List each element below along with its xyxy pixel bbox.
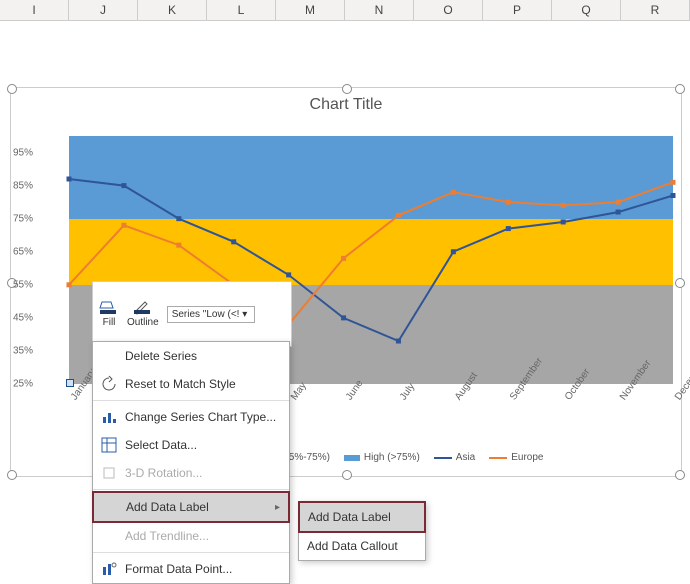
ytick: 45% [13, 312, 33, 323]
submenu-add-data-callout[interactable]: Add Data Callout [299, 532, 425, 560]
context-menu: Delete Series Reset to Match Style Chang… [92, 341, 290, 584]
resize-handle[interactable] [675, 470, 685, 480]
menu-add-trendline: Add Trendline... [93, 522, 289, 550]
resize-handle[interactable] [342, 84, 352, 94]
col-N[interactable]: N [345, 0, 414, 20]
outline-button[interactable]: Outline [127, 300, 159, 328]
legend-asia: Asia [434, 452, 475, 463]
add-data-label-submenu: Add Data Label Add Data Callout [298, 501, 426, 561]
col-M[interactable]: M [276, 0, 345, 20]
ytick: 25% [13, 379, 33, 390]
resize-handle[interactable] [7, 470, 17, 480]
resize-handle[interactable] [675, 278, 685, 288]
paint-bucket-icon [99, 300, 119, 316]
resize-handle[interactable] [675, 84, 685, 94]
xtick: December [673, 358, 690, 402]
col-O[interactable]: O [414, 0, 483, 20]
chart-title[interactable]: Chart Title [11, 96, 681, 114]
col-K[interactable]: K [138, 0, 207, 20]
legend-europe: Europe [489, 452, 543, 463]
col-J[interactable]: J [69, 0, 138, 20]
ytick: 65% [13, 246, 33, 257]
menu-select-data[interactable]: Select Data... [93, 431, 289, 459]
menu-change-chart-type[interactable]: Change Series Chart Type... [93, 403, 289, 431]
rotation-icon [101, 465, 117, 481]
ytick: 75% [13, 213, 33, 224]
menu-delete-series[interactable]: Delete Series [93, 342, 289, 370]
col-I[interactable]: I [0, 0, 69, 20]
menu-3d-rotation: 3-D Rotation... [93, 459, 289, 487]
submenu-add-data-label[interactable]: Add Data Label [298, 501, 426, 533]
col-P[interactable]: P [483, 0, 552, 20]
col-L[interactable]: L [207, 0, 276, 20]
menu-format-data-point[interactable]: Format Data Point... [93, 555, 289, 583]
col-R[interactable]: R [621, 0, 690, 20]
column-headers: I J K L M N O P Q R [0, 0, 690, 21]
pen-icon [133, 300, 153, 316]
reset-icon [101, 376, 117, 392]
ytick: 85% [13, 180, 33, 191]
selected-datapoint[interactable] [66, 379, 74, 387]
menu-reset-style[interactable]: Reset to Match Style [93, 370, 289, 398]
resize-handle[interactable] [342, 470, 352, 480]
ytick: 95% [13, 147, 33, 158]
menu-add-data-label[interactable]: Add Data Label▸ [92, 491, 290, 523]
resize-handle[interactable] [7, 84, 17, 94]
chevron-down-icon: ▾ [242, 309, 247, 320]
ytick: 35% [13, 345, 33, 356]
legend-high: High (>75%) [344, 452, 420, 463]
xtick: July [398, 381, 417, 402]
submenu-arrow-icon: ▸ [275, 502, 280, 513]
fill-button[interactable]: Fill [99, 300, 119, 328]
ytick: 55% [13, 279, 33, 290]
col-Q[interactable]: Q [552, 0, 621, 20]
mini-toolbar: Fill Outline Series "Low (<! ▾ [92, 281, 292, 347]
chart-type-icon [101, 409, 117, 425]
series-selector[interactable]: Series "Low (<! ▾ [167, 306, 255, 323]
select-data-icon [101, 437, 117, 453]
format-icon [101, 561, 117, 577]
